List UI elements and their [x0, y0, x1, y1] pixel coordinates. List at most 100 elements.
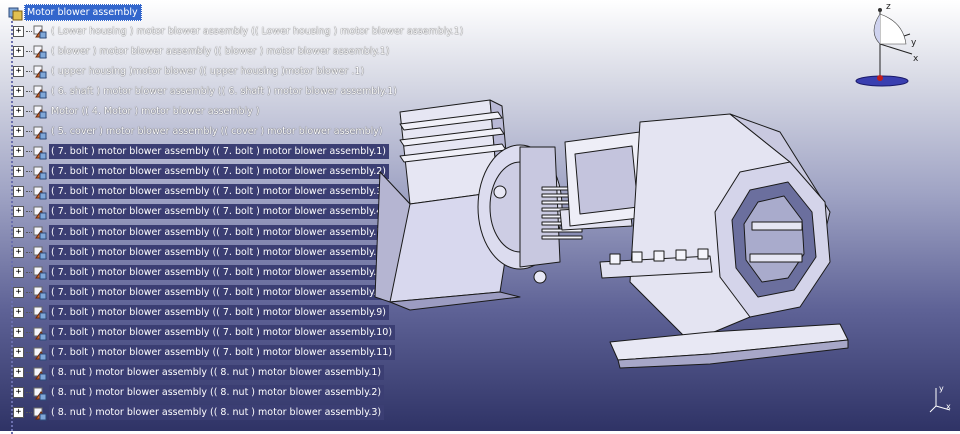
expand-toggle-icon[interactable]: + — [13, 186, 24, 198]
expand-toggle-icon[interactable]: + — [13, 327, 24, 338]
part-icon — [33, 245, 47, 260]
tree-connector — [26, 131, 32, 132]
tree-node[interactable]: + ( 7. bolt ) motor blower assembly (( 7.… — [13, 263, 389, 281]
tree-node[interactable]: + ( 7. bolt ) motor blower assembly (( 7.… — [13, 143, 389, 161]
tree-node[interactable]: + ( 7. bolt ) motor blower assembly (( 7.… — [13, 223, 389, 241]
tree-node[interactable]: + ( 7. bolt ) motor blower assembly (( 7.… — [13, 243, 389, 261]
tree-connector — [26, 171, 32, 173]
tree-node-label[interactable]: ( 7. bolt ) motor blower assembly (( 7. … — [49, 304, 389, 320]
expand-toggle-icon[interactable]: + — [13, 226, 24, 238]
tree-connector — [26, 30, 32, 32]
tree-node-label[interactable]: ( Lower housing ) motor blower assembly … — [49, 24, 466, 39]
tree-node[interactable]: + ( 7. bolt ) motor blower assembly (( 7.… — [13, 303, 389, 321]
part-icon — [33, 84, 47, 99]
tree-root[interactable]: Motor blower assembly — [8, 4, 142, 21]
tree-node[interactable]: + ( 7. bolt ) motor blower assembly (( 7.… — [13, 183, 389, 201]
tree-node[interactable]: + ( 7. bolt ) motor blower assembly (( 7.… — [13, 344, 396, 362]
expand-toggle-icon[interactable]: + — [13, 126, 24, 137]
expand-toggle-icon[interactable]: + — [13, 246, 24, 258]
tree-node[interactable]: + ( blower ) motor blower assembly (( blo… — [13, 42, 392, 60]
tree-node[interactable]: + ( upper housing )motor blower (( upper … — [13, 62, 367, 80]
tree-node[interactable]: + ( 7. bolt ) motor blower assembly (( 7.… — [13, 283, 389, 301]
part-icon — [33, 366, 47, 381]
tree-connector — [26, 231, 32, 233]
expand-toggle-icon[interactable]: + — [13, 407, 24, 419]
tree-node[interactable]: + Motor (( 4. Motor ) motor blower assemb… — [13, 102, 263, 120]
product-icon — [8, 6, 23, 20]
tree-connector — [26, 372, 32, 374]
tree-node-label[interactable]: ( 7. bolt ) motor blower assembly (( 7. … — [49, 144, 389, 160]
mini-axis-y-label: y — [939, 384, 944, 393]
tree-node-label[interactable]: ( 8. nut ) motor blower assembly (( 8. n… — [49, 365, 385, 381]
tree-connector — [26, 332, 32, 333]
tree-connector — [26, 392, 32, 394]
tree-node-label[interactable]: ( 7. bolt ) motor blower assembly (( 7. … — [49, 244, 389, 260]
tree-node-label[interactable]: ( 7. bolt ) motor blower assembly (( 7. … — [49, 184, 389, 200]
tree-node-label[interactable]: ( upper housing )motor blower (( upper h… — [49, 64, 367, 79]
mini-axis-x-label: x — [946, 402, 951, 411]
tree-node[interactable]: + ( 7. bolt ) motor blower assembly (( 7.… — [13, 324, 396, 342]
part-icon — [33, 326, 47, 340]
expand-toggle-icon[interactable]: + — [13, 206, 24, 218]
part-icon — [33, 185, 47, 200]
part-icon — [33, 64, 47, 79]
tree-node-label[interactable]: ( 8. nut ) motor blower assembly (( 8. n… — [49, 405, 385, 421]
tree-node-label[interactable]: ( 7. bolt ) motor blower assembly (( 7. … — [49, 284, 389, 300]
tree-connector — [26, 352, 32, 354]
tree-node-label[interactable]: ( 6. shaft ) motor blower assembly (( 6.… — [49, 84, 400, 99]
tree-node[interactable]: + ( 8. nut ) motor blower assembly (( 8. … — [13, 364, 385, 382]
part-icon — [33, 285, 47, 300]
part-icon — [33, 386, 47, 401]
tree-node-label[interactable]: ( 7. bolt ) motor blower assembly (( 7. … — [49, 224, 389, 240]
tree-node-label[interactable]: ( 7. bolt ) motor blower assembly (( 7. … — [49, 264, 389, 280]
expand-toggle-icon[interactable]: + — [13, 306, 24, 318]
part-icon — [33, 125, 47, 139]
expand-toggle-icon[interactable]: + — [13, 105, 24, 117]
specification-tree: Motor blower assembly + ( Lower housing )… — [0, 0, 463, 434]
tree-node-label[interactable]: ( 8. nut ) motor blower assembly (( 8. n… — [49, 385, 385, 401]
tree-node[interactable]: + ( 7. bolt ) motor blower assembly (( 7.… — [13, 203, 389, 221]
tree-node[interactable]: + ( 8. nut ) motor blower assembly (( 8. … — [13, 404, 385, 422]
tree-node[interactable]: + ( 8. nut ) motor blower assembly (( 8. … — [13, 384, 385, 402]
mini-axis-triad: y x — [928, 384, 954, 414]
expand-toggle-icon[interactable]: + — [13, 166, 24, 178]
compass-x-label: x — [913, 54, 919, 64]
tree-connector — [26, 271, 32, 273]
part-icon — [33, 165, 47, 180]
tree-node-label[interactable]: ( 7. bolt ) motor blower assembly (( 7. … — [49, 164, 389, 180]
tree-node[interactable]: + ( Lower housing ) motor blower assembly… — [13, 22, 466, 40]
tree-connector — [26, 251, 32, 253]
tree-connector — [26, 110, 32, 112]
tree-node-label[interactable]: ( 7. bolt ) motor blower assembly (( 7. … — [49, 204, 389, 220]
tree-connector — [26, 311, 32, 313]
part-icon — [33, 44, 47, 59]
expand-toggle-icon[interactable]: + — [13, 65, 24, 77]
expand-toggle-icon[interactable]: + — [13, 266, 24, 278]
tree-root-label[interactable]: Motor blower assembly — [24, 4, 142, 21]
expand-toggle-icon[interactable]: + — [13, 347, 24, 359]
expand-toggle-icon[interactable]: + — [13, 25, 24, 37]
expand-toggle-icon[interactable]: + — [13, 286, 24, 298]
tree-node-label[interactable]: Motor (( 4. Motor ) motor blower assembl… — [49, 104, 263, 119]
part-icon — [33, 406, 47, 421]
part-icon — [33, 104, 47, 119]
compass-z-label: z — [886, 2, 891, 12]
tree-node[interactable]: + ( 6. shaft ) motor blower assembly (( 6… — [13, 82, 400, 100]
compass-widget[interactable]: z y x — [848, 2, 920, 92]
tree-node-label[interactable]: ( 7. bolt ) motor blower assembly (( 7. … — [49, 345, 396, 361]
part-icon — [33, 346, 47, 361]
tree-connector — [26, 291, 32, 293]
motor-blower-model[interactable] — [370, 92, 870, 392]
part-icon — [33, 225, 47, 240]
expand-toggle-icon[interactable]: + — [13, 85, 24, 97]
expand-toggle-icon[interactable]: + — [13, 367, 24, 379]
tree-node-label[interactable]: ( 7. bolt ) motor blower assembly (( 7. … — [49, 325, 396, 340]
tree-node[interactable]: + ( 5. cover ) motor blower assembly (( c… — [13, 123, 386, 141]
tree-node-label[interactable]: ( blower ) motor blower assembly (( blow… — [49, 44, 392, 59]
expand-toggle-icon[interactable]: + — [13, 146, 24, 158]
tree-node-label[interactable]: ( 5. cover ) motor blower assembly (( co… — [49, 124, 386, 139]
tree-node[interactable]: + ( 7. bolt ) motor blower assembly (( 7.… — [13, 163, 389, 181]
expand-toggle-icon[interactable]: + — [13, 45, 24, 57]
part-icon — [33, 145, 47, 160]
expand-toggle-icon[interactable]: + — [13, 387, 24, 399]
